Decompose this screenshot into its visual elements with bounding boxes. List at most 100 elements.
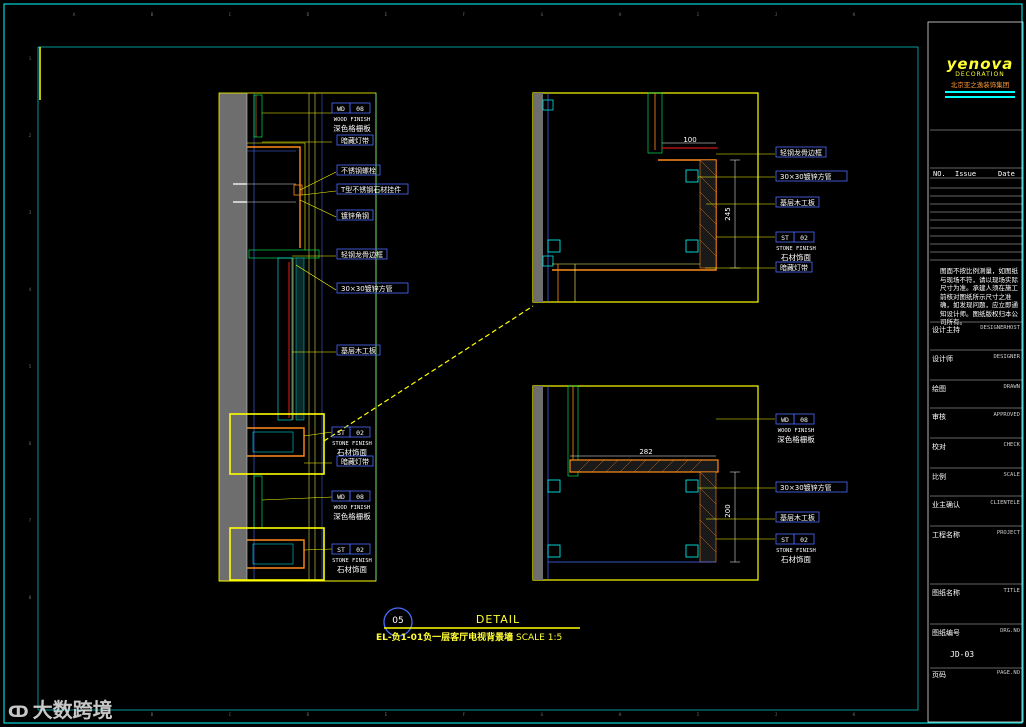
left-label-5: 30×30镀锌方管 (341, 284, 393, 293)
top-tag-en: STONE FINISH (776, 246, 816, 252)
left-tag-3-num: 02 (356, 546, 364, 554)
grid-col-K: K (853, 12, 856, 18)
grid-col-bottom-E: E (385, 712, 388, 718)
watermark: ↀ 大数跨境 (8, 694, 113, 723)
grid-col-bottom-J: J (775, 712, 778, 718)
left-tag-0-en: WOOD FINISH (334, 117, 370, 123)
bottom-tag-1-cn: 石材饰面 (781, 554, 811, 564)
left-tag-2-en: WOOD FINISH (334, 505, 370, 511)
bottom-label-1: 基层木工板 (780, 513, 815, 522)
bottom-tag-1-en: STONE FINISH (776, 548, 816, 554)
grid-row-4: 4 (29, 287, 32, 293)
tb-row-cn-5: 比例 (932, 473, 946, 481)
grid-row-3: 3 (29, 210, 32, 216)
left-label-7: 暗藏灯带 (341, 457, 369, 466)
company-logo: yenova DECORATION 北京亚之逸装饰集团 (945, 55, 1015, 89)
tb-row-en-2: DRAWN (1003, 384, 1020, 390)
bottom-tag-0-code: WD (781, 416, 789, 424)
left-tag-0-code: WD (337, 105, 345, 113)
bottom-dim-width: 282 (639, 448, 652, 456)
grid-col-bottom-D: D (307, 712, 310, 718)
sidebar-lines (930, 91, 1022, 669)
tb-row-cn-2: 绘图 (932, 385, 946, 393)
detail-subtitle: EL-负1-01负一层客厅电视背景墙 (376, 631, 513, 643)
tb-row-cn-0: 设计主持 (932, 326, 960, 334)
rev-header-date: Date (998, 170, 1015, 178)
left-elevation (218, 92, 534, 582)
grid-col-D: D (307, 12, 310, 18)
left-tag-1-cn: 石材饰面 (337, 447, 367, 457)
grid-row-labels: 1 2 3 4 5 6 7 8 (29, 56, 32, 601)
left-tag-1-code: ST (337, 429, 345, 437)
grid-row-8: 8 (29, 595, 32, 601)
top-label-1: 30×30镀锌方管 (780, 172, 832, 181)
top-tag-num: 02 (800, 234, 808, 242)
grid-col-B: B (151, 12, 154, 18)
logo-company: 北京亚之逸装饰集团 (950, 81, 1010, 89)
left-tag-3-en: STONE FINISH (332, 558, 372, 564)
logo-sub: DECORATION (955, 71, 1005, 78)
top-tag-code: ST (781, 234, 789, 242)
grid-column-labels: AABBCCDDEEFFGGHHIIJJKK (73, 12, 856, 718)
top-tag-cn: 石材饰面 (781, 252, 811, 262)
left-label-6: 基层木工板 (341, 346, 376, 355)
left-label-3: 镀锌角钢 (341, 211, 369, 220)
tb-row-en-0: DESIGNERHOST (980, 325, 1020, 331)
bottom-tag-1-code: ST (781, 536, 789, 544)
left-tag-1-en: STONE FINISH (332, 441, 372, 447)
grid-row-1: 1 (29, 56, 32, 62)
grid-col-bottom-C: C (229, 712, 232, 718)
left-tag-3-code: ST (337, 546, 345, 554)
tb-row-en-7: PROJECT (996, 530, 1020, 536)
left-tag-2-cn: 深色格栅板 (333, 511, 371, 521)
detail-number: 05 (392, 616, 403, 626)
grid-col-bottom-G: G (541, 712, 544, 718)
annotation-labels: WD 08WOOD FINISH深色格栅板ST 02STONE FINISH石材饰面… (331, 102, 848, 574)
left-tag-0-cn: 深色格栅板 (333, 123, 371, 133)
watermark-logo-icon: ↀ (8, 702, 29, 721)
grid-col-J: J (775, 12, 778, 18)
grid-col-A: A (73, 12, 76, 18)
rev-header-no: NO. (933, 170, 946, 178)
tb-row-en-1: DESIGNER (993, 354, 1021, 360)
left-tag-1-num: 02 (356, 429, 364, 437)
tb-row-cn-1: 设计师 (932, 355, 953, 363)
top-dim-height: 245 (724, 207, 732, 220)
grid-row-6: 6 (29, 441, 32, 447)
tb-row-cn-8: 图纸名称 (932, 589, 960, 597)
detail-leader-line (323, 305, 534, 442)
bottom-dim-height: 200 (724, 504, 732, 517)
tb-row-en-5: SCALE (1003, 472, 1020, 478)
grid-col-bottom-H: H (619, 712, 622, 718)
grid-row-2: 2 (29, 133, 32, 139)
tb-row-cn-4: 校对 (932, 443, 946, 451)
tb-row-en-10: PAGE.NO (996, 670, 1020, 676)
tb-row-en-4: CHECK (1003, 442, 1020, 448)
tb-row-en-9: DRG.NO (1000, 628, 1020, 634)
tb-row-en-6: CLIENTELE (990, 500, 1020, 506)
bottom-tag-0-en: WOOD FINISH (778, 428, 814, 434)
left-tag-2-code: WD (337, 493, 345, 501)
grid-col-G: G (541, 12, 544, 18)
grid-col-bottom-K: K (853, 712, 856, 718)
grid-col-bottom-I: I (697, 712, 700, 718)
top-label-3: 暗藏灯带 (780, 263, 808, 272)
tb-row-en-8: TITLE (1003, 588, 1020, 594)
drawing-number: JD-03 (950, 650, 975, 659)
bottom-label-0: 30×30镀锌方管 (780, 483, 832, 492)
bottom-tag-0-cn: 深色格栅板 (777, 434, 815, 444)
left-label-2: T型不锈钢石材挂件 (340, 185, 401, 194)
left-label-1: 不锈钢螺栓 (341, 166, 376, 175)
grid-col-C: C (229, 12, 232, 18)
disclaimer-note: 图面不按比例测量，如图纸与现场不符，请以现场实际尺寸为准。承建人须在施工前核对图… (940, 267, 1018, 326)
top-label-2: 基层木工板 (780, 198, 815, 207)
left-tag-3-cn: 石材饰面 (337, 564, 367, 574)
rev-header-issue: Issue (955, 170, 977, 178)
concrete-wall (219, 93, 247, 581)
tb-row-cn-10: 页码 (932, 671, 946, 679)
inner-frame (37, 46, 919, 711)
left-tag-2-num: 08 (356, 493, 364, 501)
detail-bottom (532, 385, 759, 581)
watermark-text: 大数跨境 (32, 698, 113, 722)
grid-col-H: H (619, 12, 622, 18)
